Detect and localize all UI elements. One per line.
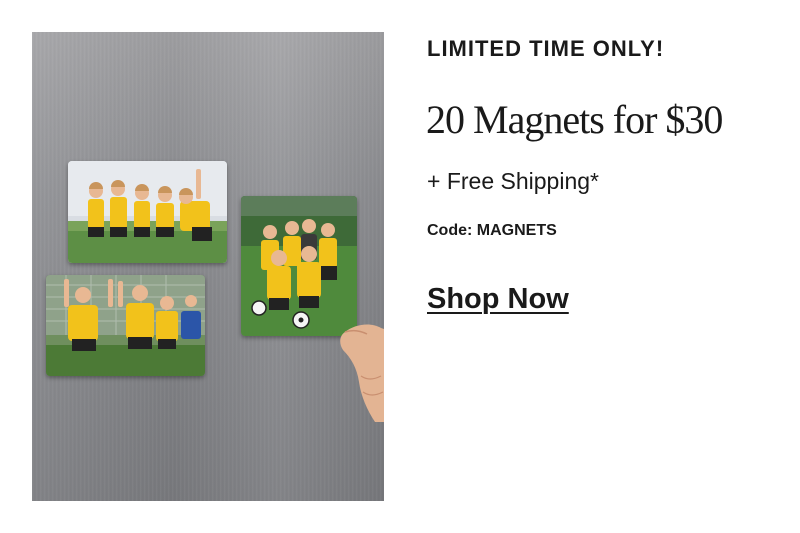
shop-now-link[interactable]: Shop Now bbox=[427, 283, 569, 316]
promo-headline: 20 Magnets for $30 bbox=[426, 97, 723, 142]
free-shipping-text: + Free Shipping* bbox=[427, 168, 599, 194]
promo-banner: LIMITED TIME ONLY! 20 Magnets for $30 + … bbox=[0, 0, 800, 533]
promo-code: Code: MAGNETS bbox=[427, 222, 557, 239]
promo-eyebrow: LIMITED TIME ONLY! bbox=[427, 36, 665, 61]
photo-magnet bbox=[46, 275, 205, 376]
photo-magnet bbox=[241, 196, 357, 336]
photo-magnet bbox=[68, 161, 227, 263]
hero-image bbox=[32, 32, 384, 501]
hand-image bbox=[337, 322, 384, 422]
